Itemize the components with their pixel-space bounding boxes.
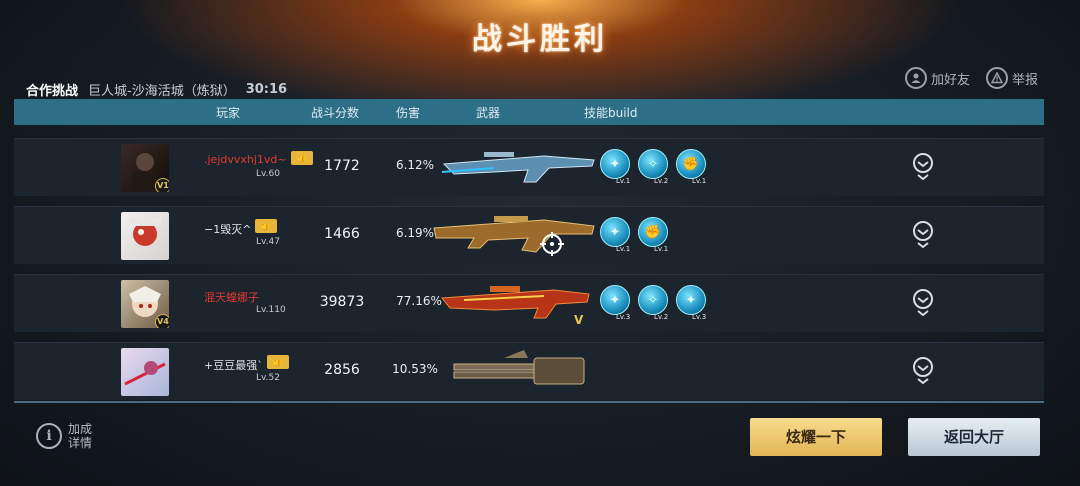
gold-ak-weapon-icon	[433, 216, 595, 256]
player-level: Lv.47	[256, 237, 280, 247]
player-level: Lv.110	[256, 305, 286, 315]
vip-badge: V1	[155, 178, 169, 192]
table-row[interactable]: V1 .jejdvvxhj1vd~ 👍 Lv.60 1772 6.12% ✦ Lv…	[14, 138, 1044, 196]
avatar[interactable]: V1	[121, 144, 169, 192]
map-name: 巨人城-沙海活城（炼狱）	[88, 83, 236, 99]
details-chevron-icon[interactable]	[912, 289, 934, 317]
report-button[interactable]: 举报	[985, 67, 1038, 89]
col-skills: 技能build	[584, 106, 638, 120]
skill-level: Lv.1	[654, 245, 669, 253]
thumbs-up-icon[interactable]: 👍	[291, 151, 313, 165]
details-chevron-icon[interactable]	[912, 357, 934, 385]
add-friend-label: 加好友	[930, 72, 970, 88]
bonus-details-button[interactable]: i 加成 详情	[36, 422, 92, 450]
player-name[interactable]: 混天蝗娜子	[204, 289, 259, 305]
person-icon	[904, 67, 927, 89]
table-row[interactable]: V4 混天蝗娜子 Lv.110 39873 77.16% V ✦ Lv.3 ✧ Lv…	[14, 274, 1044, 332]
table-row[interactable]: −1毁灭^ 👍 Lv.47 1466 6.19% ✦ Lv.1 ✊ Lv.1	[14, 206, 1044, 264]
skill-icon: ✦	[600, 217, 630, 247]
skill-slot[interactable]: ✦ Lv.1	[600, 149, 630, 187]
skill-slot[interactable]: ✦ Lv.1	[600, 217, 630, 255]
match-time: 30:16	[245, 81, 288, 97]
muscle-icon: ✊	[638, 217, 668, 247]
report-label: 举报	[1011, 72, 1038, 88]
player-name[interactable]: −1毁灭^	[204, 221, 251, 237]
avatar[interactable]: V4	[121, 280, 169, 328]
skill-slot[interactable]: ✦ Lv.3	[676, 285, 706, 323]
red-rifle-weapon-icon: V	[441, 286, 590, 327]
svg-text:V: V	[574, 313, 584, 327]
blue-rifle-weapon-icon	[441, 152, 595, 183]
skill-list: ✦ Lv.3 ✧ Lv.2 ✦ Lv.3	[600, 285, 706, 323]
skill-list: ✦ Lv.1 ✧ Lv.2 ✊ Lv.1	[600, 149, 706, 187]
avatar[interactable]	[121, 212, 169, 260]
skill-icon: ✦	[600, 285, 630, 315]
player-level: Lv.52	[256, 373, 280, 383]
mode-bar: 合作挑战 巨人城-沙海活城（炼狱） 30:16	[26, 79, 287, 99]
skill-slot[interactable]: ✧ Lv.2	[638, 149, 668, 187]
player-name[interactable]: .jejdvvxhj1vd~	[204, 153, 287, 166]
skill-icon: ✧	[638, 285, 668, 315]
thumbs-up-icon[interactable]: 👍	[255, 219, 277, 233]
skill-level: Lv.3	[692, 313, 707, 321]
skill-icon: ✧	[638, 149, 668, 179]
divider	[14, 401, 1044, 403]
table-header: 玩家 战斗分数 伤害 武器 技能build	[14, 99, 1044, 125]
bonus-details-line1: 加成	[68, 422, 93, 436]
col-score: 战斗分数	[311, 106, 360, 120]
warning-icon	[985, 67, 1008, 89]
skill-level: Lv.1	[616, 177, 631, 185]
mode-type: 合作挑战	[26, 83, 79, 99]
skill-icon: ✦	[600, 149, 630, 179]
share-button[interactable]: 炫耀一下	[750, 418, 882, 456]
skill-level: Lv.3	[616, 313, 631, 321]
table-row[interactable]: +豆豆最强` 👍 Lv.52 2856 10.53%	[14, 342, 1044, 400]
vip-badge: V4	[155, 314, 169, 328]
skill-slot[interactable]: ✊ Lv.1	[638, 217, 668, 255]
skill-level: Lv.1	[616, 245, 631, 253]
bonus-details-label: 加成 详情	[68, 422, 92, 450]
info-icon: i	[36, 423, 62, 449]
skill-slot[interactable]: ✦ Lv.3	[600, 285, 630, 323]
battle-score: 2856	[324, 362, 360, 378]
battle-score: 1772	[324, 158, 360, 174]
col-damage: 伤害	[396, 106, 421, 120]
victory-title: 战斗胜利	[472, 22, 608, 57]
skill-level: Lv.2	[654, 313, 669, 321]
top-actions: 加好友 举报	[904, 67, 1038, 89]
skill-level: Lv.1	[692, 177, 707, 185]
battle-score: 1466	[324, 226, 360, 242]
player-name[interactable]: +豆豆最强`	[204, 357, 263, 373]
add-friend-button[interactable]: 加好友	[904, 67, 970, 89]
battle-score: 39873	[319, 294, 365, 310]
skill-icon: ✦	[676, 285, 706, 315]
skill-slot[interactable]: ✊ Lv.1	[676, 149, 706, 187]
col-player: 玩家	[216, 106, 241, 120]
details-chevron-icon[interactable]	[912, 153, 934, 181]
return-lobby-button[interactable]: 返回大厅	[908, 418, 1040, 456]
gatling-weapon-icon	[453, 350, 585, 385]
skill-slot[interactable]: ✧ Lv.2	[638, 285, 668, 323]
col-weapon: 武器	[476, 106, 501, 120]
skill-level: Lv.2	[654, 177, 669, 185]
player-level: Lv.60	[256, 169, 280, 179]
details-chevron-icon[interactable]	[912, 221, 934, 249]
thumbs-up-icon[interactable]: 👍	[267, 355, 289, 369]
avatar[interactable]	[121, 348, 169, 396]
muscle-icon: ✊	[676, 149, 706, 179]
skill-list: ✦ Lv.1 ✊ Lv.1	[600, 217, 668, 255]
bonus-details-line2: 详情	[68, 436, 93, 450]
